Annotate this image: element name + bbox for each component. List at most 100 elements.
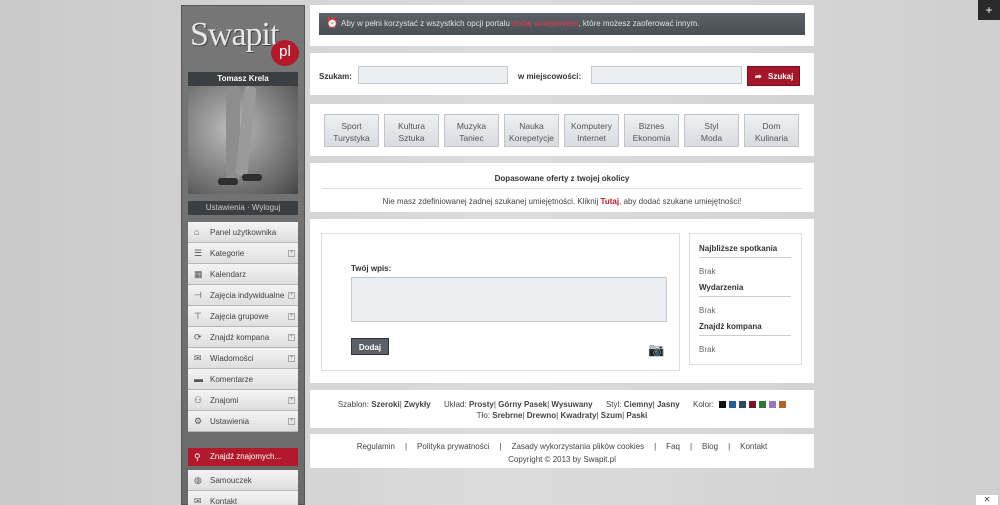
here-link[interactable]: Tutaj xyxy=(601,197,620,206)
category-button[interactable]: Dom Kulinaria xyxy=(744,114,799,147)
footer-link[interactable]: Polityka prywatności xyxy=(417,442,489,451)
category-button[interactable]: Styl Moda xyxy=(684,114,739,147)
category-line1: Kultura xyxy=(398,121,425,131)
sidebar-item-3[interactable]: ⊣ Zajęcia indywidualne + xyxy=(188,285,298,306)
color-label: Kolor: xyxy=(693,400,714,409)
background-option[interactable]: Drewno xyxy=(527,411,556,420)
category-line2: Moda xyxy=(700,133,723,143)
post-textarea[interactable] xyxy=(351,277,667,322)
sidebar-item-5[interactable]: ⟳ Znajdź kompana + xyxy=(188,327,298,348)
add-post-button[interactable]: Dodaj xyxy=(351,338,389,355)
category-line1: Komputery xyxy=(570,121,613,131)
category-button[interactable]: Nauka Korepetycje xyxy=(504,114,559,147)
category-button[interactable]: Muzyka Taniec xyxy=(444,114,499,147)
sidebar-item-1[interactable]: ✉ Kontakt xyxy=(188,491,298,505)
color-swatch[interactable] xyxy=(769,401,777,408)
sidebar-item-0[interactable]: ◍ Samouczek xyxy=(188,470,298,491)
color-swatch[interactable] xyxy=(739,401,747,408)
sidebar-item-4[interactable]: ⊤ Zajęcia grupowe + xyxy=(188,306,298,327)
add-skills-link[interactable]: dodaj umiejętności xyxy=(512,19,578,28)
camera-icon[interactable]: 📷 xyxy=(648,342,664,358)
template-wide[interactable]: Szeroki xyxy=(371,400,399,409)
notice-suffix: , które możesz zaoferować innym. xyxy=(578,19,700,28)
template-normal[interactable]: Zwykły xyxy=(404,400,431,409)
layout-top-bar[interactable]: Górny Pasek xyxy=(498,400,547,409)
color-swatch[interactable] xyxy=(759,401,767,408)
template-label: Szablon: xyxy=(337,400,369,409)
background-option[interactable]: Paski xyxy=(626,411,647,420)
arrow-icon: ➦ xyxy=(755,72,762,81)
plus-icon[interactable]: + xyxy=(288,355,295,362)
sidebar-item-7[interactable]: ▬ Komentarze xyxy=(188,369,298,390)
style-light[interactable]: Jasny xyxy=(657,400,680,409)
sidebar-item-0[interactable]: ⌂ Panel użytkownika xyxy=(188,222,298,243)
layout-slide[interactable]: Wysuwany xyxy=(551,400,592,409)
category-button[interactable]: Komputery Internet xyxy=(564,114,619,147)
category-line1: Muzyka xyxy=(456,121,487,131)
options-row-1: Szablon: Szeroki| Zwykły Układ: Prosty| … xyxy=(310,400,814,409)
logo[interactable]: Swapit pl xyxy=(188,12,300,68)
category-line2: Korepetycje xyxy=(509,133,554,143)
category-button[interactable]: Biznes Ekonomia xyxy=(624,114,679,147)
category-line1: Nauka xyxy=(519,121,544,131)
gear-icon: ⚙ xyxy=(194,416,203,426)
options-panel: Szablon: Szeroki| Zwykły Układ: Prosty| … xyxy=(310,390,814,428)
search-button[interactable]: ➦ Szukaj xyxy=(747,66,800,86)
style-label: Styl: xyxy=(605,400,622,409)
list-icon: ☰ xyxy=(194,248,203,258)
notice-bar: ⏰ Aby w pełni korzystać z wszystkich opc… xyxy=(319,13,805,35)
users-icon: ⚇ xyxy=(194,395,203,405)
options-row-2: Tło: Srebrne| Drewno| Kwadraty| Szum| Pa… xyxy=(310,411,814,420)
sidebar-item-6[interactable]: ✉ Wiadomości + xyxy=(188,348,298,369)
plus-icon[interactable]: + xyxy=(288,292,295,299)
color-swatch[interactable] xyxy=(719,401,727,408)
user-name[interactable]: Tomasz Krela xyxy=(188,72,298,86)
offers-text-suffix: , aby dodać szukane umiejętności! xyxy=(619,197,742,206)
background-option[interactable]: Srebrne xyxy=(492,411,522,420)
color-swatch[interactable] xyxy=(779,401,787,408)
find-friends-input[interactable]: ⚲ Znajdź znajomych... xyxy=(188,448,298,466)
footer-link[interactable]: Regulamin xyxy=(357,442,395,451)
footer-link[interactable]: Blog xyxy=(702,442,718,451)
sidebar-item-9[interactable]: ⚙ Ustawienia + xyxy=(188,411,298,432)
style-dark[interactable]: Ciemny xyxy=(624,400,653,409)
alarm-icon: ⏰ xyxy=(326,18,339,29)
sidebar-item-8[interactable]: ⚇ Znajomi + xyxy=(188,390,298,411)
plus-icon[interactable]: + xyxy=(288,313,295,320)
close-icon[interactable]: ✕ xyxy=(976,495,998,505)
footer-link[interactable]: Zasady wykorzystania plików cookies xyxy=(512,442,645,451)
expand-button[interactable]: + xyxy=(978,0,1000,20)
avatar[interactable] xyxy=(188,86,298,194)
footer-links: Regulamin | Polityka prywatności | Zasady wy… xyxy=(356,442,768,451)
plus-icon[interactable]: + xyxy=(288,397,295,404)
user-links[interactable]: Ustawienia · Wyloguj xyxy=(188,201,298,215)
background-option[interactable]: Szum xyxy=(601,411,622,420)
category-button[interactable]: Kultura Sztuka xyxy=(384,114,439,147)
location-input[interactable] xyxy=(591,66,742,84)
plus-icon[interactable]: + xyxy=(288,418,295,425)
search-button-label: Szukaj xyxy=(768,72,794,81)
search-icon: ⚲ xyxy=(194,452,201,462)
background-options: Srebrne| Drewno| Kwadraty| Szum| Paski xyxy=(492,411,648,420)
background-option[interactable]: Kwadraty xyxy=(560,411,596,420)
side-section-title: Najbliższe spotkania xyxy=(699,244,778,253)
color-swatch[interactable] xyxy=(749,401,757,408)
footer-link[interactable]: Kontakt xyxy=(740,442,767,451)
category-line1: Sport xyxy=(341,121,362,131)
category-line2: Sztuka xyxy=(398,133,425,143)
plus-icon[interactable]: + xyxy=(288,334,295,341)
category-button[interactable]: Sport Turystyka xyxy=(324,114,379,147)
category-line2: Taniec xyxy=(459,133,484,143)
footer-link[interactable]: Faq xyxy=(666,442,680,451)
sidebar-item-label: Samouczek xyxy=(210,476,252,485)
search-input[interactable] xyxy=(358,66,508,84)
sidebar-item-2[interactable]: ▦ Kalendarz xyxy=(188,264,298,285)
logo-badge: pl xyxy=(271,40,299,66)
layout-simple[interactable]: Prosty xyxy=(469,400,494,409)
find-friends-placeholder: Znajdź znajomych... xyxy=(210,452,282,461)
category-line2: Ekonomia xyxy=(632,133,671,143)
sidebar-item-label: Komentarze xyxy=(210,375,254,384)
color-swatch[interactable] xyxy=(729,401,737,408)
plus-icon[interactable]: + xyxy=(288,250,295,257)
sidebar-item-1[interactable]: ☰ Kategorie + xyxy=(188,243,298,264)
